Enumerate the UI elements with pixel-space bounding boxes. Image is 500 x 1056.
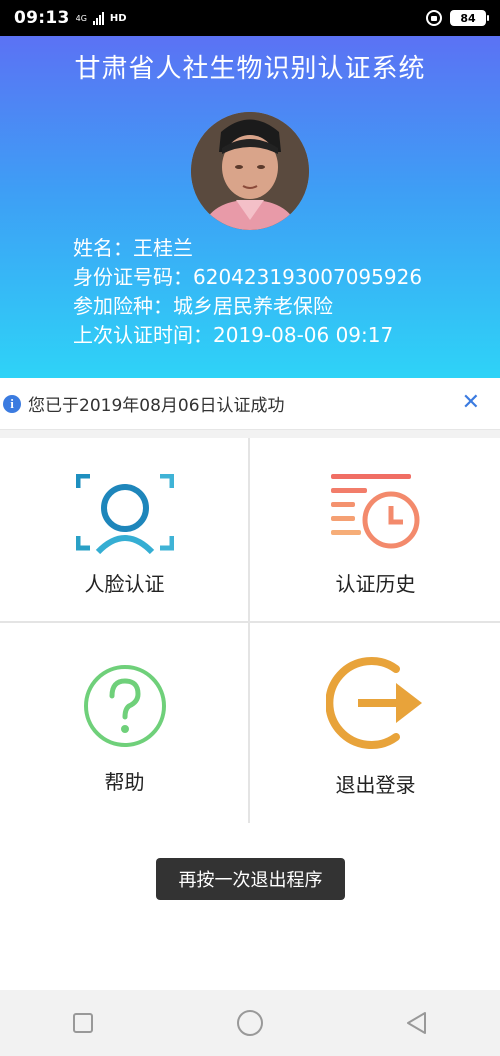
status-left: 09:13 4G HD	[14, 8, 127, 28]
home-button[interactable]	[230, 1003, 270, 1043]
user-name: 姓名：王桂兰	[73, 236, 193, 260]
navigation-bar	[0, 990, 500, 1056]
grid-divider-vertical	[248, 438, 250, 823]
help-button[interactable]: 帮助	[0, 623, 249, 823]
recent-apps-button[interactable]	[63, 1003, 103, 1043]
user-id-number: 身份证号码：620423193007095926	[73, 265, 423, 289]
triangle-icon	[406, 1012, 426, 1034]
logout-icon	[326, 657, 422, 749]
menu-grid: 人脸认证 认证历史 帮助 退出登录	[0, 438, 500, 823]
logout-label: 退出登录	[335, 773, 416, 797]
app-title: 甘肃省人社生物识别认证系统	[74, 54, 426, 84]
status-right: 84	[426, 10, 489, 26]
help-icon	[84, 665, 166, 747]
hd-label: HD	[109, 12, 127, 24]
circle-icon	[236, 1010, 263, 1036]
face-scan-icon	[76, 474, 174, 554]
user-info: 姓名：王桂兰 身份证号码：620423193007095926 参加险种：城乡居…	[73, 234, 422, 350]
face-auth-button[interactable]: 人脸认证	[0, 438, 249, 621]
exit-toast: 再按一次退出程序	[156, 858, 345, 900]
status-bar: 09:13 4G HD 84	[0, 0, 500, 36]
history-button[interactable]: 认证历史	[251, 438, 500, 621]
success-notice: i 您已于2019年08月06日认证成功 ✕	[0, 378, 500, 430]
profile-header: 甘肃省人社生物识别认证系统 姓名：王桂兰 身份证号码：6204231930070…	[0, 36, 500, 378]
signal-icon	[92, 11, 104, 25]
history-label: 认证历史	[335, 572, 416, 596]
history-icon	[331, 474, 420, 549]
info-icon: i	[3, 394, 21, 413]
network-type: 4G	[76, 14, 87, 23]
notice-text: 您已于2019年08月06日认证成功	[28, 396, 285, 416]
grid-divider-horizontal	[0, 621, 500, 623]
face-auth-label: 人脸认证	[84, 572, 165, 596]
insurance-type: 参加险种：城乡居民养老保险	[73, 294, 333, 318]
clock: 09:13	[14, 8, 70, 28]
back-button[interactable]	[397, 1003, 437, 1043]
last-auth-time: 上次认证时间：2019-08-06 09:17	[73, 323, 394, 347]
network-4g-label: 4G	[75, 13, 87, 23]
close-icon[interactable]: ✕	[462, 391, 480, 415]
divider	[0, 430, 500, 438]
logout-button[interactable]: 退出登录	[251, 623, 500, 823]
help-label: 帮助	[104, 770, 145, 794]
avatar	[191, 112, 309, 230]
battery-icon: 84	[450, 10, 489, 26]
square-icon	[73, 1013, 94, 1033]
rotation-lock-icon	[426, 10, 442, 26]
